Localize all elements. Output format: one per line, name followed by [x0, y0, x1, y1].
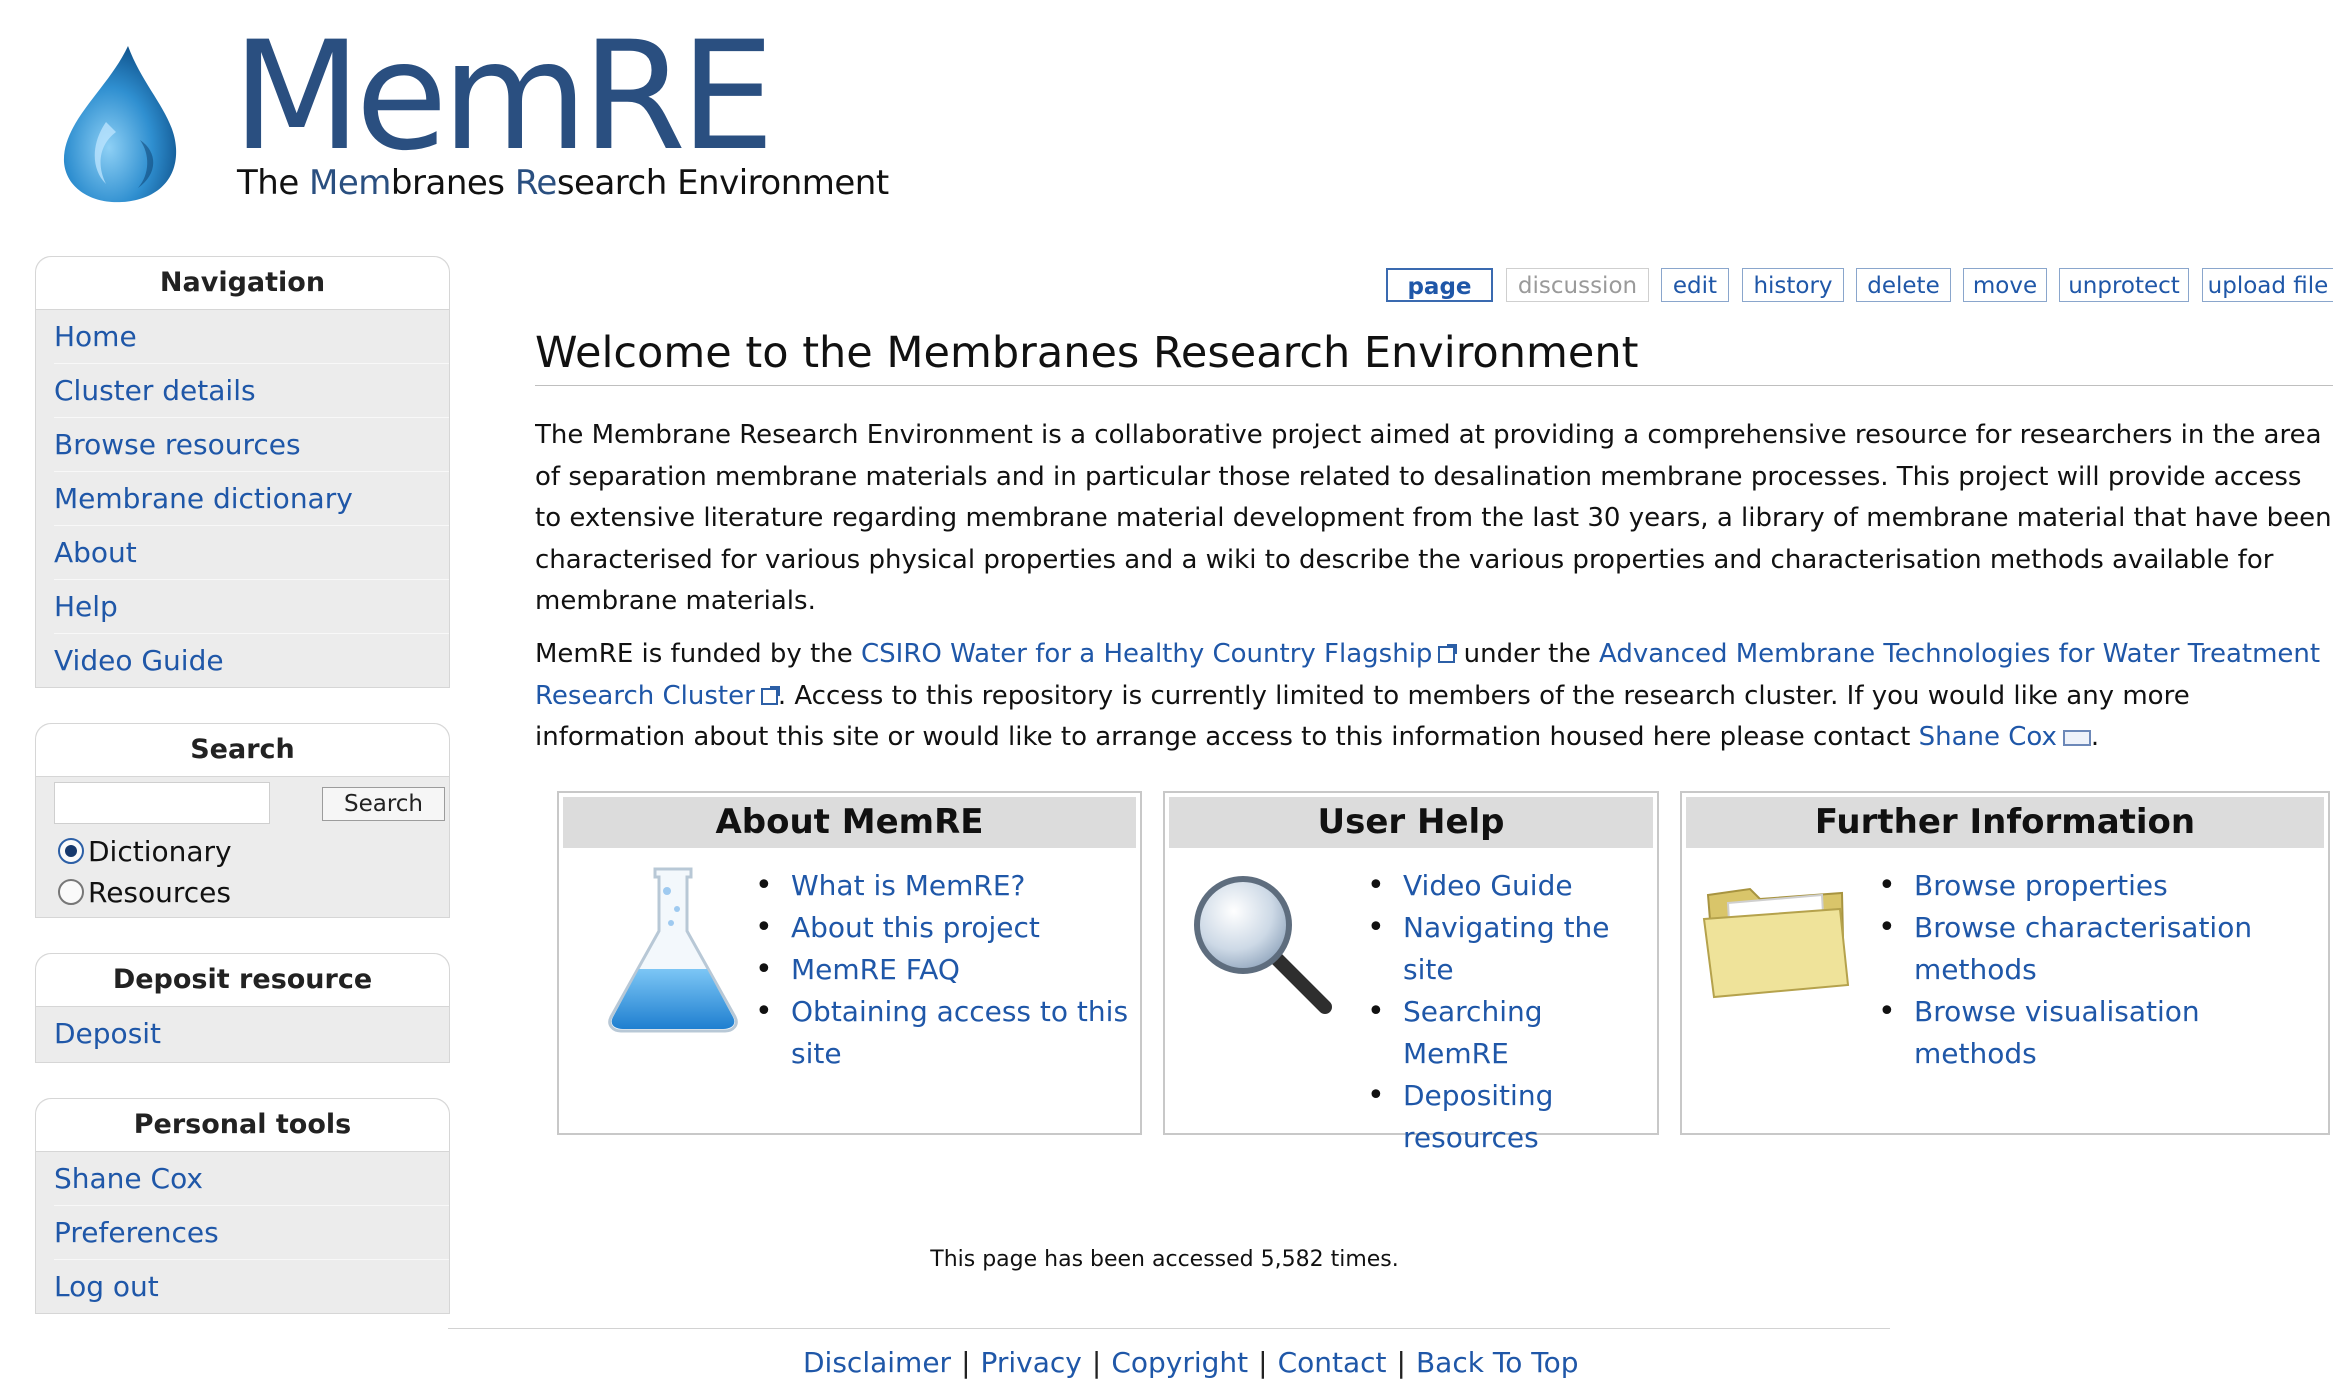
footer-links: Disclaimer | Privacy | Copyright | Contact | Bac… — [803, 1346, 1578, 1379]
browse-properties-link[interactable]: Browse properties — [1914, 869, 2168, 902]
personal-tools-portlet: Personal tools Shane Cox Preferences Log… — [35, 1098, 450, 1314]
further-information-heading: Further Information — [1686, 797, 2324, 848]
radio-resources-label: Resources — [88, 876, 231, 909]
disclaimer-link[interactable]: Disclaimer — [803, 1346, 951, 1379]
obtaining-access-link[interactable]: Obtaining access to this site — [791, 995, 1128, 1070]
browse-visualisation-link[interactable]: Browse visualisation methods — [1914, 995, 2200, 1070]
external-link-icon — [760, 685, 780, 705]
deposit-title: Deposit resource — [36, 954, 449, 1007]
deposit-portlet: Deposit resource Deposit — [35, 953, 450, 1063]
funding-text: . Access to this repository is currently… — [777, 680, 2190, 711]
copyright-link[interactable]: Copyright — [1111, 1346, 1248, 1379]
tab-delete[interactable]: delete — [1856, 268, 1951, 302]
radio-selected-icon[interactable] — [58, 838, 84, 864]
tab-move[interactable]: move — [1963, 268, 2047, 302]
title-divider — [535, 385, 2333, 386]
memre-faq-link[interactable]: MemRE FAQ — [791, 953, 960, 986]
user-link[interactable]: Shane Cox — [54, 1162, 203, 1195]
search-input[interactable] — [54, 782, 270, 824]
intro-line: of separation membrane materials and in … — [535, 461, 2302, 492]
radio-dictionary[interactable]: Dictionary — [58, 834, 232, 870]
user-help-box: User Help Video Guide Navigating the sit… — [1163, 791, 1659, 1154]
intro-line: to extensive literature regarding membra… — [535, 503, 2332, 533]
membrane-cluster-link-continued[interactable]: Research Cluster — [535, 681, 755, 711]
footer-separator: | — [1396, 1346, 1406, 1379]
about-memre-heading: About MemRE — [563, 797, 1136, 848]
search-button[interactable]: Search — [322, 787, 445, 821]
funding-text: under the — [1455, 639, 1600, 669]
user-help-heading: User Help — [1169, 797, 1653, 848]
nav-item-video-guide[interactable]: Video Guide — [54, 644, 224, 677]
search-title: Search — [36, 724, 449, 777]
funding-text: . — [2090, 722, 2100, 752]
tab-page[interactable]: page — [1386, 268, 1493, 302]
tab-discussion[interactable]: discussion — [1506, 268, 1649, 302]
intro-paragraph: The Membrane Research Environment is a c… — [535, 415, 2333, 623]
further-information-box: Further Information Browse properties Br… — [1680, 791, 2330, 1135]
logo-wordmark: MemRE — [232, 10, 775, 184]
navigation-title: Navigation — [36, 257, 449, 310]
membrane-cluster-link[interactable]: Advanced Membrane Technologies for Water… — [1599, 639, 2320, 669]
magnifier-icon — [1194, 876, 1332, 1014]
radio-unselected-icon[interactable] — [58, 879, 84, 905]
privacy-link[interactable]: Privacy — [981, 1346, 1082, 1379]
what-is-memre-link[interactable]: What is MemRE? — [791, 869, 1025, 902]
csiro-flagship-link[interactable]: CSIRO Water for a Healthy Country Flagsh… — [861, 639, 1432, 669]
navigating-site-link[interactable]: Navigating the site — [1403, 911, 1610, 986]
intro-line: characterised for various physical prope… — [535, 544, 2274, 575]
browse-characterisation-link[interactable]: Browse characterisation methods — [1914, 911, 2252, 986]
page-access-count: This page has been accessed 5,582 times. — [930, 1247, 1399, 1272]
footer-separator: | — [1258, 1346, 1268, 1379]
funding-paragraph: MemRE is funded by the CSIRO Water for a… — [535, 634, 2333, 759]
nav-item-home[interactable]: Home — [54, 320, 137, 353]
logo-tagline: The Membranes Research Environment — [237, 163, 889, 203]
depositing-resources-link[interactable]: Depositing resources — [1403, 1079, 1553, 1154]
intro-line: The Membrane Research Environment is a c… — [535, 420, 2322, 450]
search-portlet: Search Search Dictionary Resources — [35, 723, 450, 918]
deposit-link[interactable]: Deposit — [54, 1017, 161, 1050]
folder-icon — [1702, 887, 1850, 999]
personal-tools-title: Personal tools — [36, 1099, 449, 1152]
footer-divider — [448, 1328, 1890, 1329]
radio-dictionary-label: Dictionary — [88, 835, 232, 868]
about-project-link[interactable]: About this project — [791, 911, 1040, 944]
mail-icon — [2062, 730, 2091, 746]
intro-line: membrane materials. — [535, 586, 816, 616]
footer-separator: | — [961, 1346, 971, 1379]
contact-footer-link[interactable]: Contact — [1278, 1346, 1387, 1379]
flask-icon — [608, 867, 738, 1033]
nav-item-cluster-details[interactable]: Cluster details — [54, 374, 256, 407]
logout-link[interactable]: Log out — [54, 1270, 159, 1303]
searching-memre-link[interactable]: Searching MemRE — [1403, 995, 1543, 1070]
tab-edit[interactable]: edit — [1661, 268, 1729, 302]
nav-item-browse-resources[interactable]: Browse resources — [54, 428, 301, 461]
page-title: Welcome to the Membranes Research Enviro… — [535, 328, 1639, 378]
back-to-top-link[interactable]: Back To Top — [1416, 1346, 1579, 1379]
external-link-icon — [1438, 644, 1458, 663]
water-drop-logo-icon — [63, 46, 177, 203]
tab-upload-file[interactable]: upload file — [2202, 268, 2333, 302]
tab-history[interactable]: history — [1742, 268, 1844, 302]
funding-text: information about this site or would lik… — [535, 722, 1919, 752]
nav-item-about[interactable]: About — [54, 536, 137, 569]
video-guide-link[interactable]: Video Guide — [1403, 869, 1573, 902]
navigation-portlet: Navigation Home Cluster details Browse r… — [35, 256, 450, 688]
preferences-link[interactable]: Preferences — [54, 1216, 219, 1249]
about-memre-box: About MemRE What is MemRE? About this pr… — [557, 791, 1142, 1135]
footer-separator: | — [1091, 1346, 1102, 1379]
nav-item-help[interactable]: Help — [54, 590, 118, 623]
funding-text: MemRE is funded by the — [535, 639, 862, 669]
tab-unprotect[interactable]: unprotect — [2059, 268, 2189, 302]
radio-resources[interactable]: Resources — [58, 875, 231, 911]
contact-link[interactable]: Shane Cox — [1919, 722, 2057, 752]
nav-item-membrane-dictionary[interactable]: Membrane dictionary — [54, 482, 353, 515]
